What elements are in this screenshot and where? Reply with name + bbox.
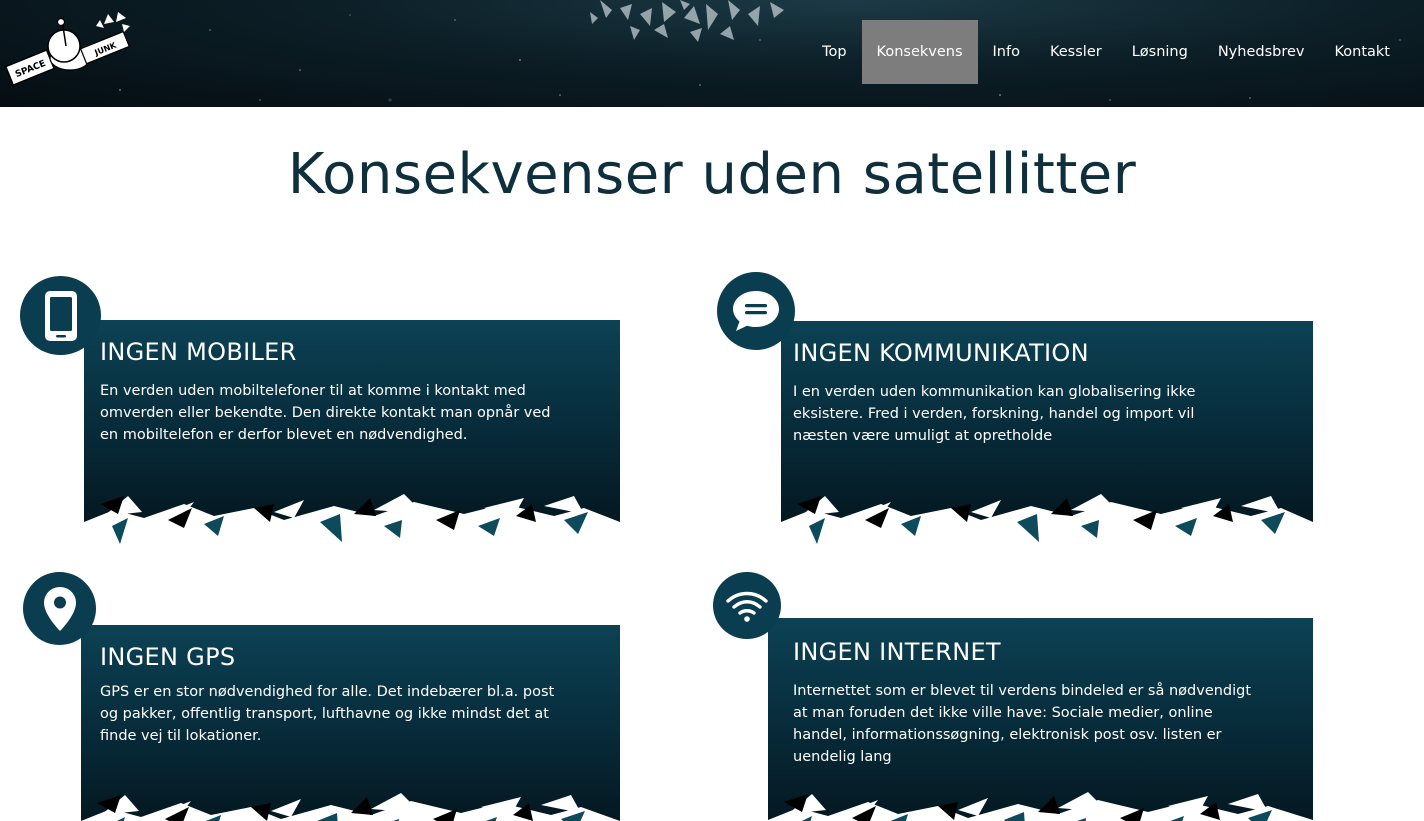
shard-decoration — [84, 494, 620, 548]
card-heading: INGEN INTERNET — [793, 638, 1001, 666]
card-ingen-internet: INGEN INTERNET Internettet som er blevet… — [768, 618, 1313, 821]
card-ingen-mobiler: INGEN MOBILER En verden uden mobiltelefo… — [84, 320, 620, 548]
nav-item-kontakt[interactable]: Kontakt — [1319, 20, 1405, 84]
page-title: Konsekvenser uden satellitter — [287, 142, 1137, 207]
wifi-icon — [713, 572, 781, 639]
shard-decoration — [768, 792, 1313, 821]
card-ingen-kommunikation: INGEN KOMMUNIKATION I en verden uden kom… — [781, 321, 1313, 548]
shard-decoration — [781, 494, 1313, 548]
card-heading: INGEN KOMMUNIKATION — [793, 339, 1089, 367]
chat-bubble-icon — [717, 272, 795, 350]
site-header: SPACE JUNK Top Konsekvens Info Kessler L… — [0, 0, 1424, 107]
card-heading: INGEN GPS — [100, 643, 236, 671]
nav-item-top[interactable]: Top — [807, 20, 861, 84]
location-pin-icon — [23, 572, 96, 645]
card-heading: INGEN MOBILER — [100, 338, 297, 366]
nav-item-konsekvens[interactable]: Konsekvens — [861, 20, 978, 84]
card-text: En verden uden mobiltelefoner til at kom… — [100, 383, 551, 443]
card-ingen-gps: INGEN GPS GPS er en stor nødvendighed fo… — [81, 625, 620, 821]
nav-item-nyhedsbrev[interactable]: Nyhedsbrev — [1203, 20, 1320, 84]
space-junk-logo[interactable]: SPACE JUNK — [4, 12, 134, 86]
shard-decoration — [81, 793, 620, 821]
nav-item-kessler[interactable]: Kessler — [1035, 20, 1117, 84]
card-text: Internettet som er blevet til verdens bi… — [793, 683, 1252, 765]
nav-item-losning[interactable]: Løsning — [1117, 20, 1203, 84]
nav-item-info[interactable]: Info — [978, 20, 1035, 84]
main-nav: Top Konsekvens Info Kessler Løsning Nyhe… — [807, 20, 1405, 84]
card-text: I en verden uden kommunikation kan globa… — [793, 384, 1196, 444]
card-text: GPS er en stor nødvendighed for alle. De… — [100, 684, 555, 744]
phone-icon — [20, 276, 101, 355]
